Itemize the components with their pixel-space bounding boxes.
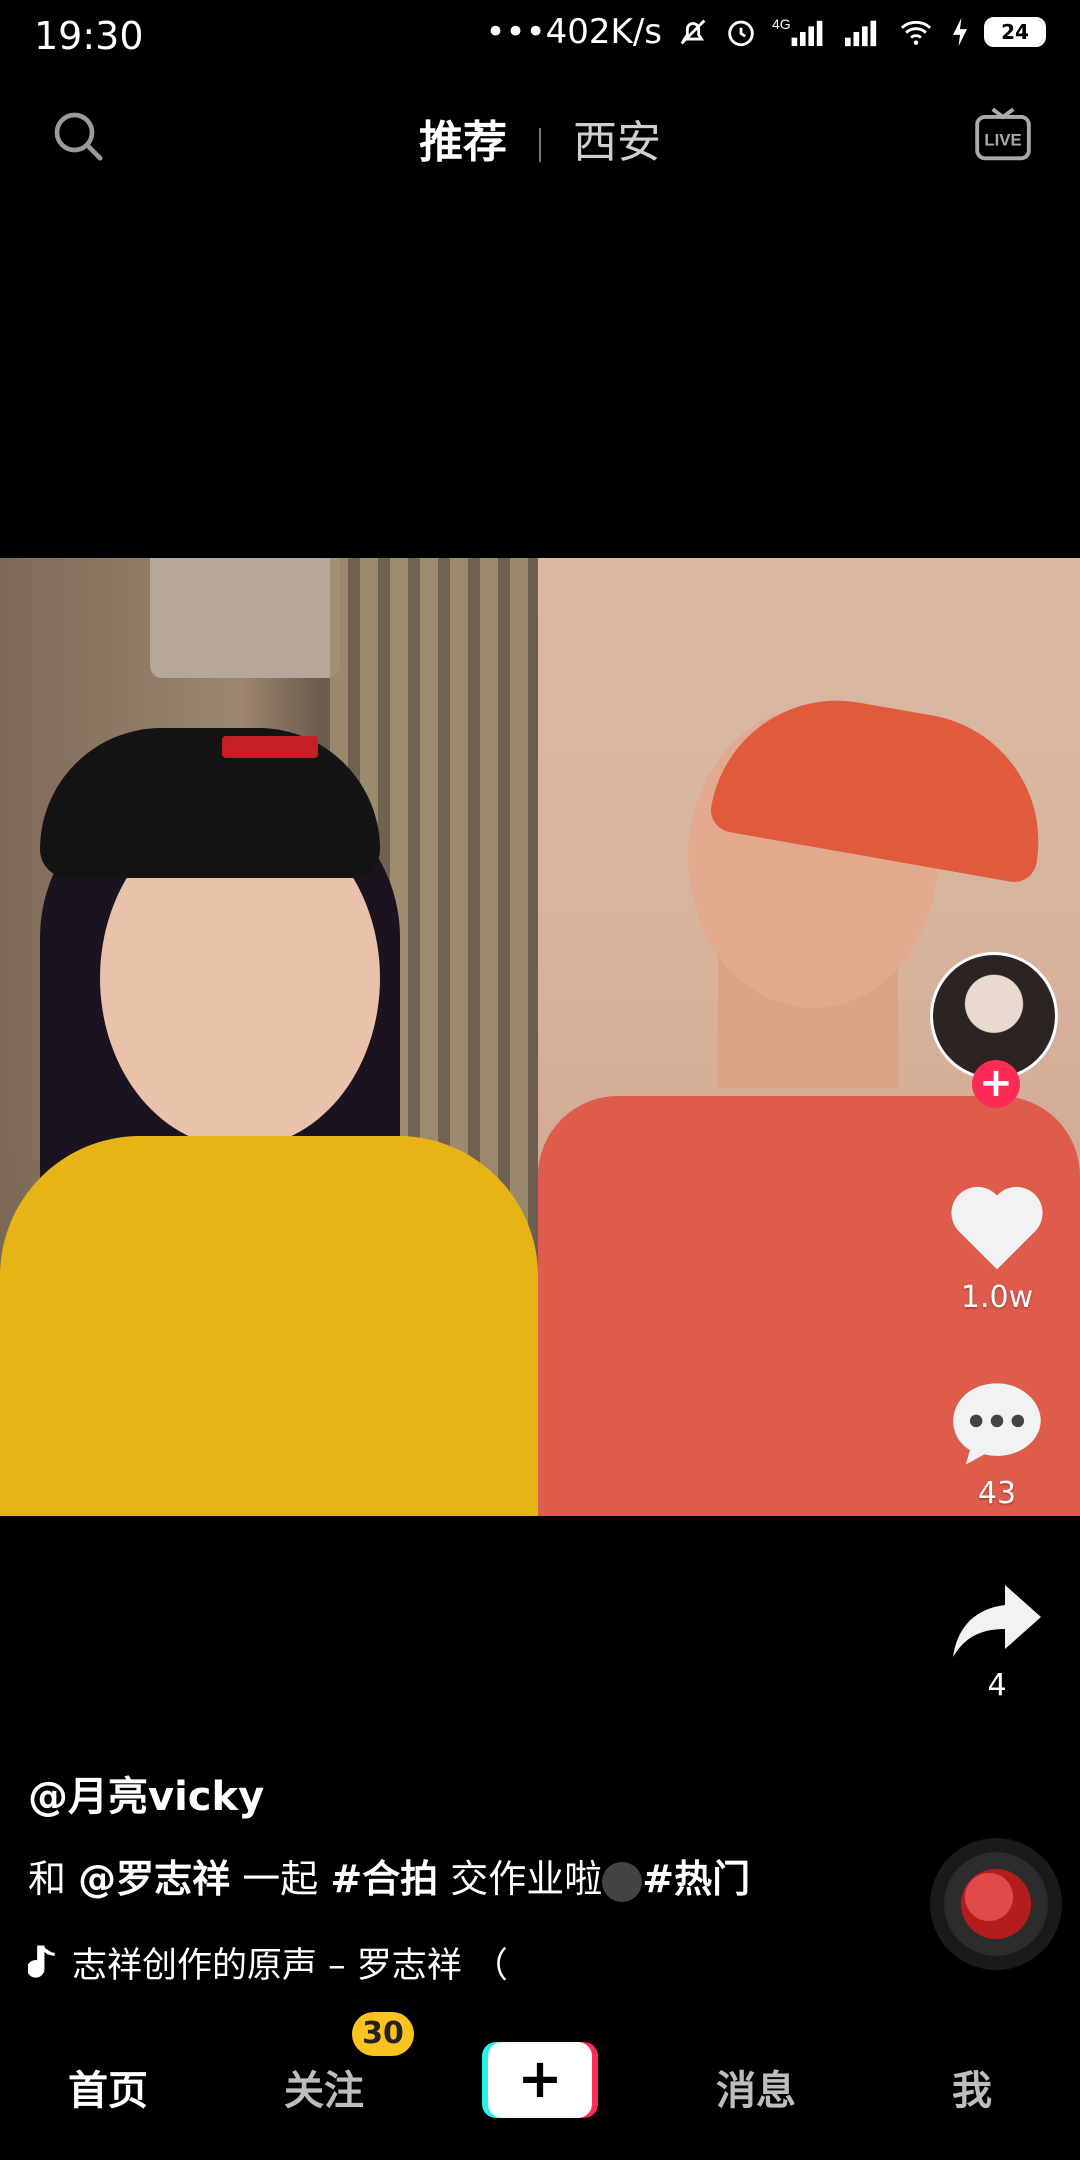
svg-text:4G: 4G: [772, 16, 791, 32]
status-icons: •••402K/s 4G 24: [485, 12, 1046, 52]
network-speed: •••402K/s: [485, 12, 662, 52]
alarm-icon: [728, 20, 754, 47]
battery-icon: 24: [984, 17, 1046, 47]
comment-icon: [953, 1383, 1041, 1465]
status-bar: 19:30 •••402K/s 4G 24: [0, 0, 1080, 78]
like-count: 1.0w: [960, 1280, 1034, 1315]
create-button[interactable]: +: [482, 2042, 598, 2118]
share-icon: [953, 1585, 1041, 1657]
music-note-icon: [28, 1944, 55, 1978]
feed-tabs: 推荐 西安: [0, 106, 1080, 170]
duet-left-video: [0, 558, 538, 1516]
author-username[interactable]: @月亮vicky: [28, 1764, 908, 1822]
wifi-icon: [900, 20, 932, 45]
comment-count: 43: [977, 1476, 1017, 1511]
music-disc[interactable]: [930, 1838, 1062, 1970]
signal-4g-icon: 4G: [772, 16, 823, 46]
tab-divider: [539, 128, 541, 162]
share-button[interactable]: 4: [927, 1580, 1067, 1703]
nav-home[interactable]: 首页: [38, 2058, 178, 2116]
charging-icon: [952, 17, 968, 47]
yellow-shirt: [0, 1136, 538, 1516]
comment-button[interactable]: 43: [927, 1376, 1067, 1511]
music-info[interactable]: 志祥创作的原声 – 罗志祥 （: [28, 1937, 908, 1988]
video-player[interactable]: [0, 558, 1080, 1516]
follow-button[interactable]: +: [972, 1060, 1020, 1108]
desc-text: 交作业啦: [450, 1857, 603, 1901]
plus-icon: +: [488, 2042, 592, 2118]
tab-recommend[interactable]: 推荐: [401, 106, 525, 170]
creator-avatar-group: +: [930, 952, 1062, 1108]
nav-messages[interactable]: 消息: [686, 2058, 826, 2116]
top-nav: 推荐 西安 LIVE: [0, 100, 1080, 180]
share-count: 4: [987, 1668, 1007, 1703]
hashtag-link[interactable]: #合拍: [330, 1857, 438, 1901]
nav-following[interactable]: 关注: [254, 2058, 394, 2116]
tab-city[interactable]: 西安: [555, 106, 679, 170]
signal-icon: [845, 20, 877, 47]
mention-link[interactable]: @罗志祥: [78, 1857, 230, 1901]
nav-me[interactable]: 我: [902, 2058, 1042, 2116]
air-conditioner: [150, 558, 340, 678]
status-time: 19:30: [34, 14, 144, 58]
black-cap: [40, 728, 380, 878]
following-badge: 30: [352, 2012, 414, 2056]
music-cover: [961, 1869, 1031, 1939]
live-label: LIVE: [984, 130, 1021, 149]
cap-patch: [222, 736, 318, 758]
smirk-emoji-icon: [602, 1861, 643, 1902]
battery-level: 24: [1001, 20, 1029, 44]
like-button[interactable]: 1.0w: [927, 1178, 1067, 1315]
video-caption: @月亮vicky 和 @罗志祥 一起 #合拍 交作业啦 #热门 志祥创作的原声 –…: [28, 1764, 908, 1988]
hashtag-link[interactable]: #热门: [642, 1857, 750, 1901]
desc-mid: 一起: [242, 1857, 319, 1901]
bottom-nav: 首页 关注 30 + 消息 我: [0, 2000, 1080, 2160]
mute-icon: [680, 19, 706, 45]
heart-icon: [951, 1186, 1043, 1270]
video-description: 和 @罗志祥 一起 #合拍 交作业啦 #热门: [28, 1848, 908, 1903]
music-title: 志祥创作的原声 – 罗志祥 （: [72, 1946, 508, 1986]
desc-prefix: 和: [28, 1857, 67, 1901]
live-icon[interactable]: LIVE: [972, 104, 1034, 166]
